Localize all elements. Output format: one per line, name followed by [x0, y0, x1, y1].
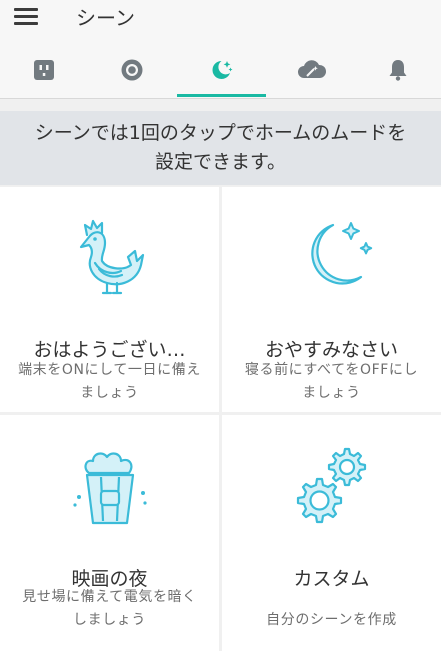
- hamburger-menu-icon[interactable]: [14, 5, 40, 27]
- scene-title: おやすみなさい: [264, 339, 398, 361]
- scene-card-custom[interactable]: カスタム 自分のシーンを作成: [222, 415, 441, 651]
- scene-title: おはようござい…: [33, 339, 186, 361]
- scene-description-line2: ましょう: [80, 385, 139, 401]
- tab-automation[interactable]: [266, 34, 354, 98]
- tab-camera[interactable]: [88, 34, 176, 98]
- banner-text-line2: 設定できます。: [154, 151, 287, 173]
- tab-notifications[interactable]: [354, 34, 441, 98]
- page-title: シーン: [76, 6, 135, 30]
- banner-text-line1: シーンでは1回のタップでホームのムードを: [34, 122, 407, 144]
- active-tab-indicator: [177, 94, 266, 97]
- tab-bar: [0, 34, 441, 99]
- moon-stars-icon: [212, 61, 233, 79]
- scene-description: 見せ場に備えて電気を暗く しましょう: [4, 586, 215, 632]
- smart-plug-icon: [34, 60, 54, 80]
- camera-lens-icon: [121, 59, 143, 81]
- scene-description: 寝る前にすべてをOFFにし ましょう: [226, 359, 437, 405]
- scene-card-good-night[interactable]: おやすみなさい 寝る前にすべてをOFFにし ましょう: [222, 187, 441, 412]
- scene-card-good-morning[interactable]: おはようござい… 端末をONにして一日に備え ましょう: [0, 187, 219, 412]
- bell-icon: [389, 60, 407, 81]
- scene-card-movie-night[interactable]: 映画の夜 見せ場に備えて電気を暗く しましょう: [0, 415, 219, 651]
- scene-title: カスタム: [293, 568, 370, 590]
- scene-description-line1: 自分のシーンを作成: [266, 612, 397, 628]
- moon-stars-icon: [310, 222, 372, 285]
- tab-devices[interactable]: [0, 34, 88, 98]
- tab-scenes[interactable]: [177, 34, 265, 98]
- gears-icon: [296, 447, 366, 524]
- app-bar: シーン: [0, 0, 441, 34]
- cloud-magic-wand-icon: [298, 60, 327, 78]
- scene-description: 端末をONにして一日に備え ましょう: [4, 359, 215, 405]
- rooster-icon: [79, 219, 144, 295]
- scene-description-line2: しましょう: [73, 612, 146, 628]
- scene-description: 自分のシーンを作成: [226, 609, 437, 632]
- info-banner: シーンでは1回のタップでホームのムードを 設定できます。: [0, 111, 441, 185]
- scene-grid: おはようござい… 端末をONにして一日に備え ましょう おやすみなさい 寝る前に…: [0, 187, 441, 651]
- scene-description-line2: ましょう: [302, 385, 361, 401]
- scene-description-line1: 見せ場に備えて電気を暗く: [22, 589, 197, 605]
- scene-description-line1: 寝る前にすべてをOFFにし: [244, 362, 419, 378]
- popcorn-icon: [72, 452, 147, 525]
- scene-description-line1: 端末をONにして一日に備え: [18, 362, 201, 378]
